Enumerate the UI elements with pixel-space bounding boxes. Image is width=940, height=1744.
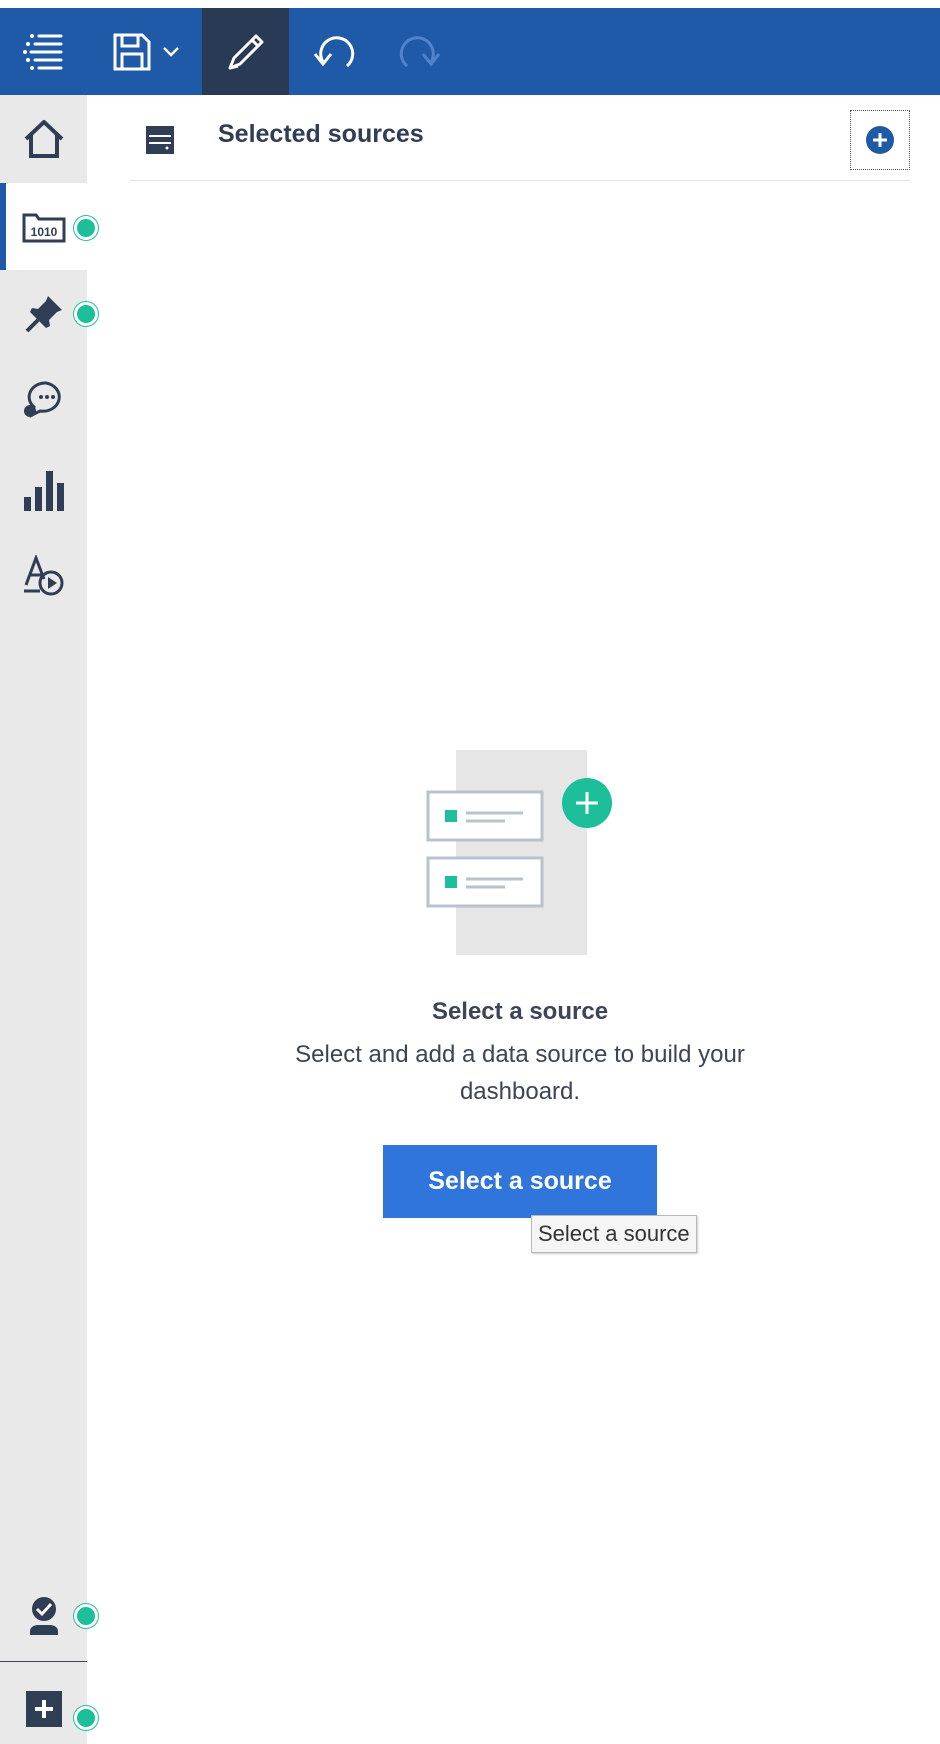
redo-icon — [399, 35, 440, 67]
user-check-icon — [29, 1596, 58, 1635]
header-divider — [130, 180, 910, 181]
visualizations-icon — [23, 470, 64, 511]
chevron-down-icon — [163, 46, 179, 57]
rail-item-home[interactable] — [0, 95, 87, 182]
rail-item-visualizations[interactable] — [0, 445, 87, 532]
empty-state-title: Select a source — [431, 998, 609, 1025]
data-sources-icon: 1010 — [22, 213, 65, 242]
undo-icon — [313, 35, 354, 67]
select-source-button[interactable]: Select a source — [383, 1145, 657, 1218]
plus-circle-icon — [866, 126, 894, 154]
redo-button[interactable] — [376, 8, 463, 95]
add-source-button[interactable] — [850, 110, 910, 170]
save-icon — [113, 33, 151, 70]
empty-state-description: Select and add a data source to build yo… — [295, 1041, 745, 1105]
home-icon — [24, 119, 63, 158]
menu-button[interactable] — [0, 8, 87, 95]
conversation-icon — [23, 380, 61, 418]
rail-divider — [0, 1661, 87, 1662]
status-dot — [74, 1706, 98, 1730]
rail-item-add[interactable] — [0, 1674, 87, 1744]
pin-icon — [25, 295, 62, 332]
tooltip: Select a source — [531, 1215, 697, 1253]
page-title: Selected sources — [218, 120, 424, 148]
status-dot — [74, 216, 98, 240]
menu-icon — [22, 33, 62, 70]
edit-pencil-icon — [228, 34, 263, 69]
empty-state-illustration — [426, 750, 612, 955]
edit-button[interactable] — [202, 8, 289, 95]
save-button[interactable] — [100, 8, 192, 95]
svg-text:1010: 1010 — [30, 225, 57, 239]
rail-item-conversation[interactable] — [0, 357, 87, 444]
server-icon — [146, 126, 174, 154]
status-dot — [74, 302, 98, 326]
add-icon — [25, 1691, 62, 1727]
status-dot — [74, 1604, 98, 1628]
rail-item-text-media[interactable] — [0, 532, 87, 619]
text-media-icon — [23, 554, 63, 595]
top-toolbar — [0, 8, 940, 95]
undo-button[interactable] — [290, 8, 377, 95]
